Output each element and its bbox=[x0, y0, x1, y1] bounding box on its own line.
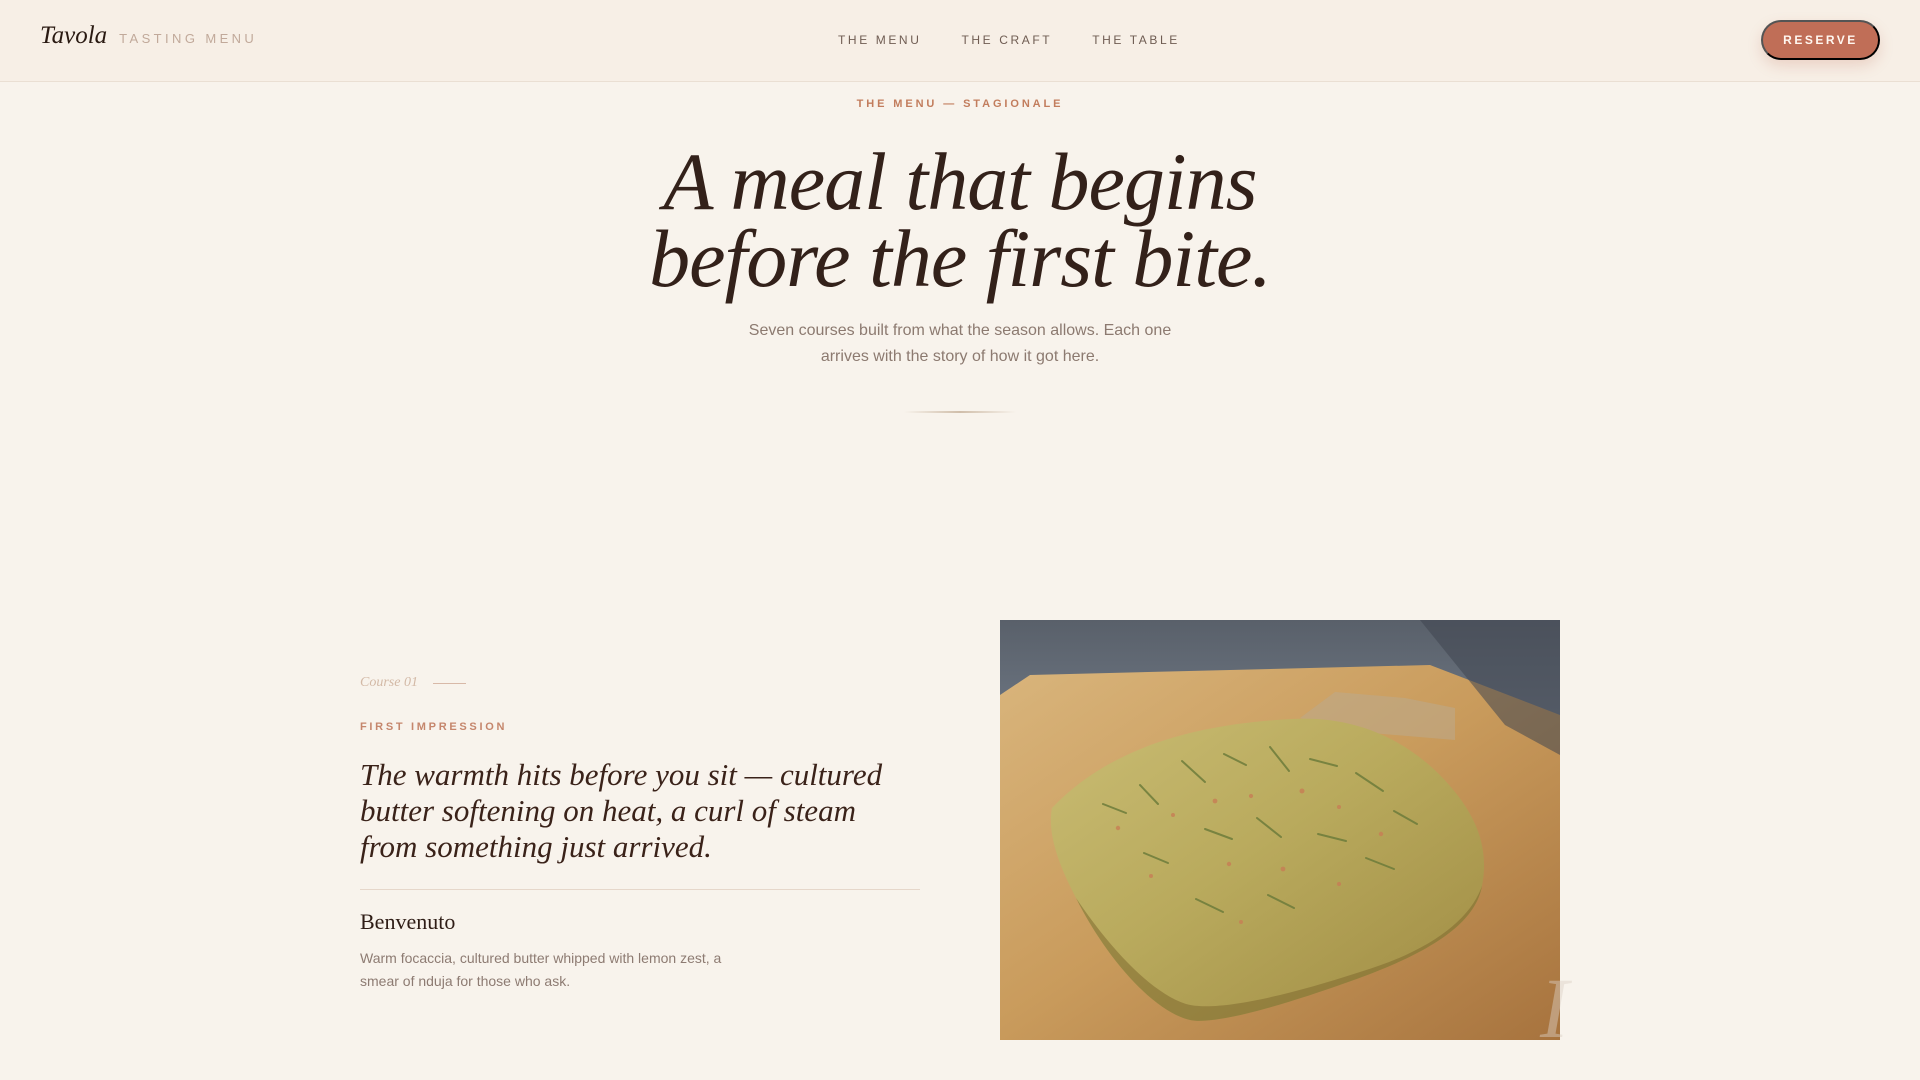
dish-description: Warm focaccia, cultured butter whipped w… bbox=[360, 950, 722, 989]
dish-title: Benvenuto bbox=[360, 909, 456, 934]
course-number: Course 01 bbox=[360, 675, 418, 690]
nav-link-the-craft[interactable]: THE CRAFT bbox=[961, 33, 1052, 47]
focaccia-photo-illustration bbox=[1000, 620, 1560, 1040]
course-copy: Course 01 FIRST IMPRESSION The warmth hi… bbox=[360, 675, 920, 993]
hero-headline-line-2: before the first bite. bbox=[649, 213, 1272, 304]
hero-divider bbox=[904, 411, 1016, 413]
course-number-divider bbox=[432, 682, 466, 684]
hero-intro-text: Seven courses built from what the season… bbox=[748, 322, 1172, 365]
reserve-button[interactable]: RESERVE bbox=[1761, 20, 1880, 60]
brand-subtitle: TASTING MENU bbox=[119, 31, 258, 46]
focaccia-photo bbox=[1000, 620, 1560, 1040]
hero-section: THE MENU — STAGIONALE A meal that begins… bbox=[0, 82, 1920, 422]
brand-name: Tavola bbox=[40, 22, 108, 49]
nav-link-the-table[interactable]: THE TABLE bbox=[1092, 33, 1180, 47]
course-watermark: I bbox=[1540, 960, 1569, 1056]
primary-navigation: THE MENU THE CRAFT THE TABLE bbox=[838, 33, 1180, 47]
nav-link-the-menu[interactable]: THE MENU bbox=[838, 33, 921, 47]
course-section: Course 01 FIRST IMPRESSION The warmth hi… bbox=[0, 620, 1920, 1080]
course-number-row: Course 01 bbox=[360, 675, 920, 691]
course-quote: The warmth hits before you sit — culture… bbox=[360, 757, 883, 864]
course-kicker: FIRST IMPRESSION bbox=[360, 721, 508, 733]
brand-lockup[interactable]: Tavola TASTING MENU bbox=[40, 22, 257, 50]
hero-eyebrow: THE MENU — STAGIONALE bbox=[856, 98, 1064, 110]
top-navigation-bar: Tavola TASTING MENU THE MENU THE CRAFT T… bbox=[0, 0, 1920, 82]
hero-headline: A meal that begins before the first bite… bbox=[560, 141, 1360, 300]
course-separator bbox=[360, 889, 920, 890]
